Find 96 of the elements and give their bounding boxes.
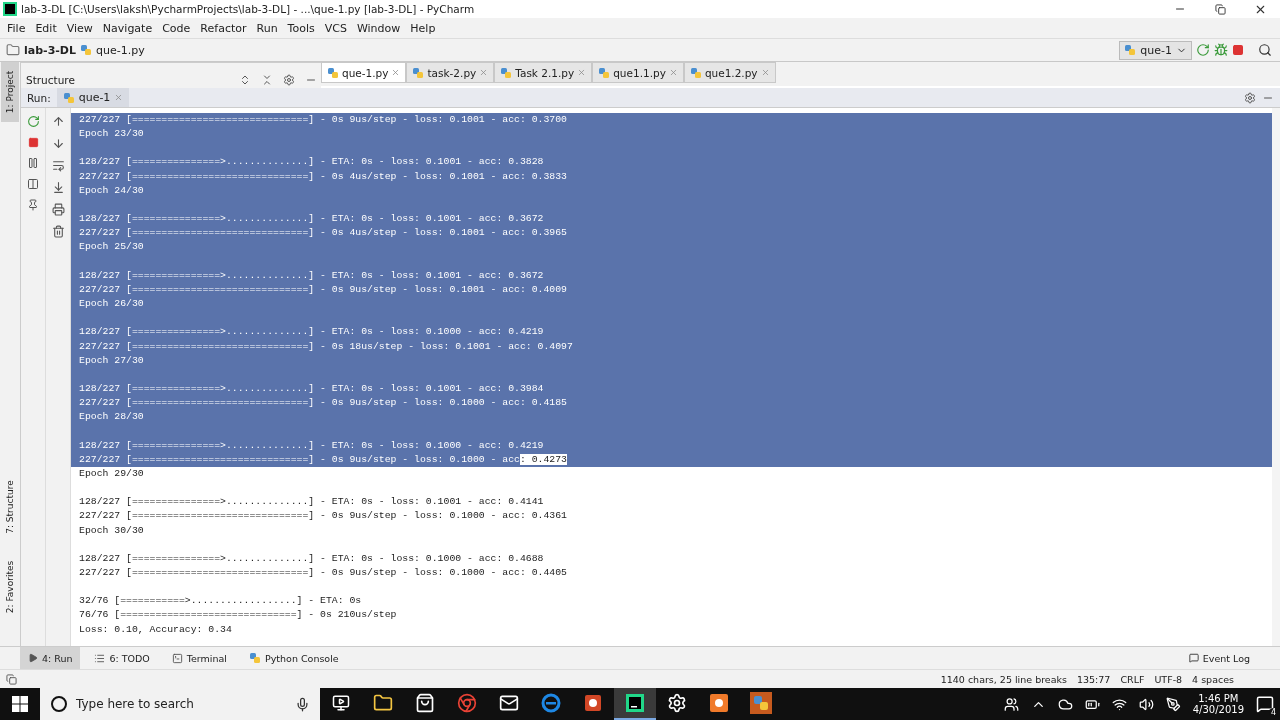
slides-icon[interactable] bbox=[584, 694, 602, 712]
scroll-to-end-icon[interactable] bbox=[51, 181, 65, 194]
cloud-icon[interactable] bbox=[1057, 696, 1073, 712]
python-file-icon bbox=[689, 66, 702, 79]
menu-item[interactable]: VCS bbox=[319, 21, 352, 35]
task-view-icon bbox=[332, 694, 350, 712]
menu-item[interactable]: Refactor bbox=[195, 21, 252, 35]
notification-count: 4 bbox=[1268, 708, 1278, 717]
camera-app-icon[interactable] bbox=[709, 693, 729, 713]
soft-wrap-icon[interactable] bbox=[51, 159, 65, 172]
editor-tab[interactable]: que1.2.py bbox=[683, 62, 776, 83]
menu-item[interactable]: File bbox=[2, 21, 31, 35]
panel-title: Structure bbox=[26, 74, 76, 86]
breadcrumb-item[interactable]: que-1.py bbox=[96, 43, 145, 57]
search-field[interactable]: Type here to search bbox=[40, 688, 320, 720]
menu-item[interactable]: Help bbox=[405, 21, 441, 35]
down-arrow-icon[interactable] bbox=[51, 137, 65, 150]
python-file-icon bbox=[598, 66, 611, 79]
menu-item[interactable]: Window bbox=[351, 21, 406, 35]
status-item[interactable]: CRLF bbox=[1120, 673, 1145, 685]
ide-icon[interactable] bbox=[626, 694, 644, 712]
speech-bubble-icon bbox=[1188, 653, 1199, 663]
event-log-button[interactable]: Event Log bbox=[1188, 652, 1250, 664]
people-icon[interactable] bbox=[1003, 696, 1019, 712]
editor-tab[interactable]: Task 2.1.py bbox=[494, 62, 593, 83]
status-item[interactable]: UTF-8 bbox=[1154, 673, 1183, 685]
search-icon[interactable] bbox=[1258, 43, 1272, 57]
pen-icon[interactable] bbox=[1165, 696, 1181, 712]
close-icon bbox=[668, 68, 678, 77]
microphone-icon bbox=[295, 696, 310, 712]
python-icon bbox=[249, 652, 261, 664]
menu-item[interactable]: Tools bbox=[282, 21, 320, 35]
notification-button[interactable]: 4 bbox=[1256, 695, 1274, 713]
pin-icon[interactable] bbox=[27, 199, 39, 211]
status-item[interactable]: 4 spaces bbox=[1192, 673, 1234, 685]
run-label: Run: bbox=[27, 91, 51, 104]
stop-icon[interactable] bbox=[27, 137, 39, 148]
tool-window-tab[interactable]: Terminal bbox=[163, 647, 235, 669]
expand-all-icon[interactable] bbox=[239, 74, 251, 86]
trash-icon[interactable] bbox=[51, 225, 65, 238]
menu-item[interactable]: Edit bbox=[30, 21, 62, 35]
close-icon bbox=[114, 93, 124, 102]
python-app-icon[interactable] bbox=[750, 692, 772, 714]
rerun-icon[interactable] bbox=[26, 115, 40, 128]
cortana-icon bbox=[50, 695, 68, 713]
clock-time: 1:46 PM bbox=[1198, 693, 1239, 704]
restore-icon[interactable] bbox=[1214, 3, 1226, 15]
python-file-icon bbox=[62, 91, 75, 104]
up-arrow-icon[interactable] bbox=[51, 115, 65, 128]
app-logo-icon bbox=[3, 2, 17, 16]
status-item[interactable]: 135:77 bbox=[1077, 673, 1111, 685]
close-icon bbox=[479, 68, 489, 77]
volume-icon[interactable] bbox=[1138, 696, 1154, 712]
stop-icon[interactable] bbox=[1232, 44, 1244, 56]
run-icon bbox=[28, 653, 38, 663]
python-config-icon bbox=[1124, 44, 1137, 56]
panel-toggle-icon[interactable] bbox=[6, 673, 17, 685]
wifi-icon[interactable] bbox=[1111, 696, 1127, 712]
folder-icon[interactable] bbox=[373, 693, 393, 713]
menu-item[interactable]: Code bbox=[157, 21, 196, 35]
mail-icon[interactable] bbox=[499, 693, 519, 713]
python-file-icon bbox=[500, 66, 513, 79]
pause-icon[interactable] bbox=[27, 157, 39, 169]
folder-icon bbox=[6, 43, 20, 57]
status-message: 1140 chars, 25 line breaks bbox=[940, 673, 1067, 685]
tool-window-tab[interactable]: Python Console bbox=[241, 647, 347, 669]
python-file-icon bbox=[80, 44, 92, 56]
rerun-icon[interactable] bbox=[1196, 43, 1210, 57]
breadcrumb-item[interactable]: lab-3-DL bbox=[24, 43, 76, 57]
terminal-icon bbox=[171, 652, 183, 664]
menu-item[interactable]: Run bbox=[251, 21, 283, 35]
python-file-icon bbox=[412, 66, 425, 79]
list-icon bbox=[94, 652, 106, 664]
shopping-bag-icon[interactable] bbox=[415, 693, 435, 713]
tool-window-tab[interactable]: 6: TODO bbox=[86, 647, 158, 669]
editor-tab[interactable]: que1.1.py bbox=[592, 62, 684, 83]
close-icon bbox=[577, 68, 587, 77]
window-title: lab-3-DL [C:\Users\laksh\PycharmProjects\lab-3-DL] - ...\que-1.py [lab-3-DL] - PyCharm bbox=[21, 3, 476, 15]
print-icon[interactable] bbox=[51, 203, 65, 216]
layout-icon[interactable] bbox=[27, 178, 39, 190]
side-tab[interactable]: 7: Structure bbox=[1, 472, 19, 542]
python-file-icon bbox=[327, 66, 339, 79]
close-icon bbox=[391, 68, 401, 77]
side-tab[interactable]: 2: Favorites bbox=[1, 552, 19, 622]
editor-tab[interactable]: task-2.py bbox=[406, 62, 495, 83]
menu-item[interactable]: View bbox=[61, 21, 98, 35]
side-tab[interactable]: 1: Project bbox=[1, 62, 19, 122]
run-configuration-dropdown[interactable]: que-1 bbox=[1119, 40, 1192, 60]
debug-icon[interactable] bbox=[1214, 43, 1228, 57]
close-icon bbox=[760, 68, 770, 77]
menu-item[interactable]: Navigate bbox=[97, 21, 158, 35]
clock-date: 4/30/2019 bbox=[1192, 704, 1244, 715]
run-tab[interactable]: que-1 bbox=[56, 88, 130, 107]
tool-window-tab[interactable]: 4: Run bbox=[20, 647, 81, 669]
editor-tab[interactable]: que-1.py bbox=[321, 62, 407, 83]
windows-icon bbox=[12, 696, 28, 712]
